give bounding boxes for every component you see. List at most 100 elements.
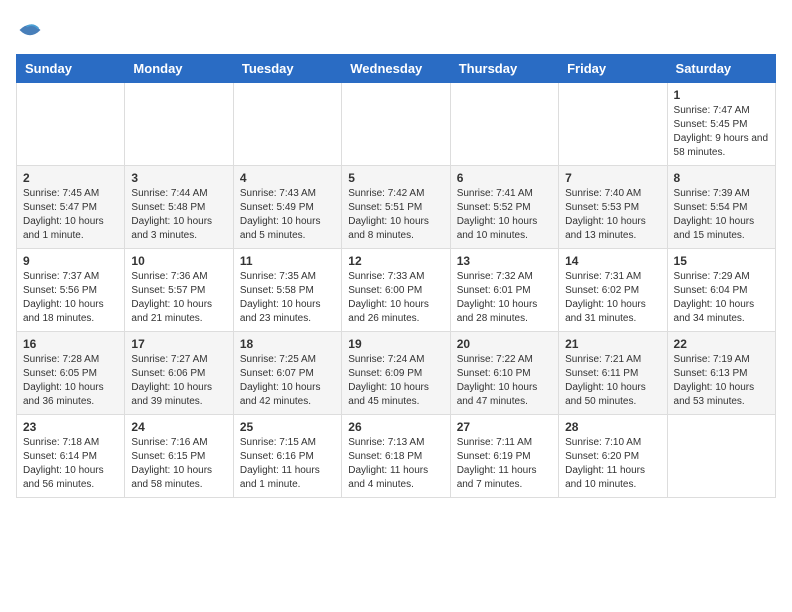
- col-header-tuesday: Tuesday: [233, 55, 341, 83]
- day-cell: 22 Sunrise: 7:19 AM Sunset: 6:13 PM Dayli…: [667, 332, 775, 415]
- day-cell: 9 Sunrise: 7:37 AM Sunset: 5:56 PM Daylig…: [17, 249, 125, 332]
- day-number: 5: [348, 171, 443, 185]
- day-cell: 21 Sunrise: 7:21 AM Sunset: 6:11 PM Dayli…: [559, 332, 667, 415]
- day-cell: [17, 83, 125, 166]
- day-cell: 28Sunrise: 7:10 AM Sunset: 6:20 PM Dayli…: [559, 415, 667, 498]
- day-number: 10: [131, 254, 226, 268]
- day-cell: 15 Sunrise: 7:29 AM Sunset: 6:04 PM Dayli…: [667, 249, 775, 332]
- day-cell: 23 Sunrise: 7:18 AM Sunset: 6:14 PM Dayli…: [17, 415, 125, 498]
- day-number: 16: [23, 337, 118, 351]
- day-number: 1: [674, 88, 769, 102]
- day-number: 27: [457, 420, 552, 434]
- day-info: Sunrise: 7:13 AM Sunset: 6:18 PM Dayligh…: [348, 436, 443, 492]
- day-number: 24: [131, 420, 226, 434]
- day-cell: 4 Sunrise: 7:43 AM Sunset: 5:49 PM Daylig…: [233, 166, 341, 249]
- day-number: 6: [457, 171, 552, 185]
- day-cell: 26 Sunrise: 7:13 AM Sunset: 6:18 PM Dayli…: [342, 415, 450, 498]
- day-number: 3: [131, 171, 226, 185]
- day-cell: 19 Sunrise: 7:24 AM Sunset: 6:09 PM Dayli…: [342, 332, 450, 415]
- day-info: Sunrise: 7:40 AM Sunset: 5:53 PM Dayligh…: [565, 187, 660, 243]
- day-number: 21: [565, 337, 660, 351]
- day-info: Sunrise: 7:36 AM Sunset: 5:57 PM Dayligh…: [131, 270, 226, 326]
- day-number: 26: [348, 420, 443, 434]
- day-number: 8: [674, 171, 769, 185]
- day-info: Sunrise: 7:32 AM Sunset: 6:01 PM Dayligh…: [457, 270, 552, 326]
- day-cell: 12 Sunrise: 7:33 AM Sunset: 6:00 PM Dayli…: [342, 249, 450, 332]
- week-row-2: 2Sunrise: 7:45 AM Sunset: 5:47 PM Daylig…: [17, 166, 776, 249]
- day-info: Sunrise: 7:18 AM Sunset: 6:14 PM Dayligh…: [23, 436, 118, 492]
- col-header-wednesday: Wednesday: [342, 55, 450, 83]
- day-cell: 20 Sunrise: 7:22 AM Sunset: 6:10 PM Dayli…: [450, 332, 558, 415]
- day-cell: 24 Sunrise: 7:16 AM Sunset: 6:15 PM Dayli…: [125, 415, 233, 498]
- day-number: 23: [23, 420, 118, 434]
- col-header-monday: Monday: [125, 55, 233, 83]
- day-info: Sunrise: 7:16 AM Sunset: 6:15 PM Dayligh…: [131, 436, 226, 492]
- day-info: Sunrise: 7:43 AM Sunset: 5:49 PM Dayligh…: [240, 187, 335, 243]
- week-row-3: 9 Sunrise: 7:37 AM Sunset: 5:56 PM Daylig…: [17, 249, 776, 332]
- day-cell: 8Sunrise: 7:39 AM Sunset: 5:54 PM Daylig…: [667, 166, 775, 249]
- day-info: Sunrise: 7:42 AM Sunset: 5:51 PM Dayligh…: [348, 187, 443, 243]
- day-cell: 3 Sunrise: 7:44 AM Sunset: 5:48 PM Daylig…: [125, 166, 233, 249]
- day-number: 20: [457, 337, 552, 351]
- logo-icon: [16, 16, 44, 44]
- day-info: Sunrise: 7:24 AM Sunset: 6:09 PM Dayligh…: [348, 353, 443, 409]
- col-header-sunday: Sunday: [17, 55, 125, 83]
- day-number: 11: [240, 254, 335, 268]
- day-info: Sunrise: 7:19 AM Sunset: 6:13 PM Dayligh…: [674, 353, 769, 409]
- day-number: 14: [565, 254, 660, 268]
- day-info: Sunrise: 7:31 AM Sunset: 6:02 PM Dayligh…: [565, 270, 660, 326]
- day-info: Sunrise: 7:28 AM Sunset: 6:05 PM Dayligh…: [23, 353, 118, 409]
- day-cell: 27 Sunrise: 7:11 AM Sunset: 6:19 PM Dayli…: [450, 415, 558, 498]
- day-number: 13: [457, 254, 552, 268]
- day-info: Sunrise: 7:29 AM Sunset: 6:04 PM Dayligh…: [674, 270, 769, 326]
- week-row-5: 23 Sunrise: 7:18 AM Sunset: 6:14 PM Dayli…: [17, 415, 776, 498]
- day-number: 4: [240, 171, 335, 185]
- day-number: 7: [565, 171, 660, 185]
- day-info: Sunrise: 7:15 AM Sunset: 6:16 PM Dayligh…: [240, 436, 335, 492]
- day-cell: 18Sunrise: 7:25 AM Sunset: 6:07 PM Dayli…: [233, 332, 341, 415]
- col-header-thursday: Thursday: [450, 55, 558, 83]
- day-info: Sunrise: 7:10 AM Sunset: 6:20 PM Dayligh…: [565, 436, 660, 492]
- day-cell: 14 Sunrise: 7:31 AM Sunset: 6:02 PM Dayli…: [559, 249, 667, 332]
- day-number: 2: [23, 171, 118, 185]
- day-info: Sunrise: 7:35 AM Sunset: 5:58 PM Dayligh…: [240, 270, 335, 326]
- day-cell: [559, 83, 667, 166]
- day-info: Sunrise: 7:27 AM Sunset: 6:06 PM Dayligh…: [131, 353, 226, 409]
- day-cell: 16 Sunrise: 7:28 AM Sunset: 6:05 PM Dayli…: [17, 332, 125, 415]
- day-info: Sunrise: 7:33 AM Sunset: 6:00 PM Dayligh…: [348, 270, 443, 326]
- day-number: 19: [348, 337, 443, 351]
- day-info: Sunrise: 7:37 AM Sunset: 5:56 PM Dayligh…: [23, 270, 118, 326]
- day-info: Sunrise: 7:22 AM Sunset: 6:10 PM Dayligh…: [457, 353, 552, 409]
- day-number: 12: [348, 254, 443, 268]
- col-header-saturday: Saturday: [667, 55, 775, 83]
- week-row-1: 1Sunrise: 7:47 AM Sunset: 5:45 PM Daylig…: [17, 83, 776, 166]
- day-cell: [450, 83, 558, 166]
- day-number: 9: [23, 254, 118, 268]
- day-cell: 1Sunrise: 7:47 AM Sunset: 5:45 PM Daylig…: [667, 83, 775, 166]
- header-row: SundayMondayTuesdayWednesdayThursdayFrid…: [17, 55, 776, 83]
- day-cell: 7 Sunrise: 7:40 AM Sunset: 5:53 PM Daylig…: [559, 166, 667, 249]
- day-number: 17: [131, 337, 226, 351]
- logo: [16, 16, 46, 44]
- day-cell: [233, 83, 341, 166]
- day-cell: [125, 83, 233, 166]
- day-cell: 6 Sunrise: 7:41 AM Sunset: 5:52 PM Daylig…: [450, 166, 558, 249]
- day-info: Sunrise: 7:11 AM Sunset: 6:19 PM Dayligh…: [457, 436, 552, 492]
- day-info: Sunrise: 7:44 AM Sunset: 5:48 PM Dayligh…: [131, 187, 226, 243]
- day-info: Sunrise: 7:41 AM Sunset: 5:52 PM Dayligh…: [457, 187, 552, 243]
- day-cell: 25 Sunrise: 7:15 AM Sunset: 6:16 PM Dayli…: [233, 415, 341, 498]
- day-number: 25: [240, 420, 335, 434]
- calendar: SundayMondayTuesdayWednesdayThursdayFrid…: [16, 54, 776, 498]
- day-cell: 11 Sunrise: 7:35 AM Sunset: 5:58 PM Dayli…: [233, 249, 341, 332]
- day-info: Sunrise: 7:21 AM Sunset: 6:11 PM Dayligh…: [565, 353, 660, 409]
- col-header-friday: Friday: [559, 55, 667, 83]
- day-cell: 2Sunrise: 7:45 AM Sunset: 5:47 PM Daylig…: [17, 166, 125, 249]
- day-number: 15: [674, 254, 769, 268]
- week-row-4: 16 Sunrise: 7:28 AM Sunset: 6:05 PM Dayli…: [17, 332, 776, 415]
- day-cell: 10 Sunrise: 7:36 AM Sunset: 5:57 PM Dayli…: [125, 249, 233, 332]
- day-info: Sunrise: 7:25 AM Sunset: 6:07 PM Dayligh…: [240, 353, 335, 409]
- day-cell: 13 Sunrise: 7:32 AM Sunset: 6:01 PM Dayli…: [450, 249, 558, 332]
- day-number: 22: [674, 337, 769, 351]
- day-cell: [342, 83, 450, 166]
- day-cell: 5 Sunrise: 7:42 AM Sunset: 5:51 PM Daylig…: [342, 166, 450, 249]
